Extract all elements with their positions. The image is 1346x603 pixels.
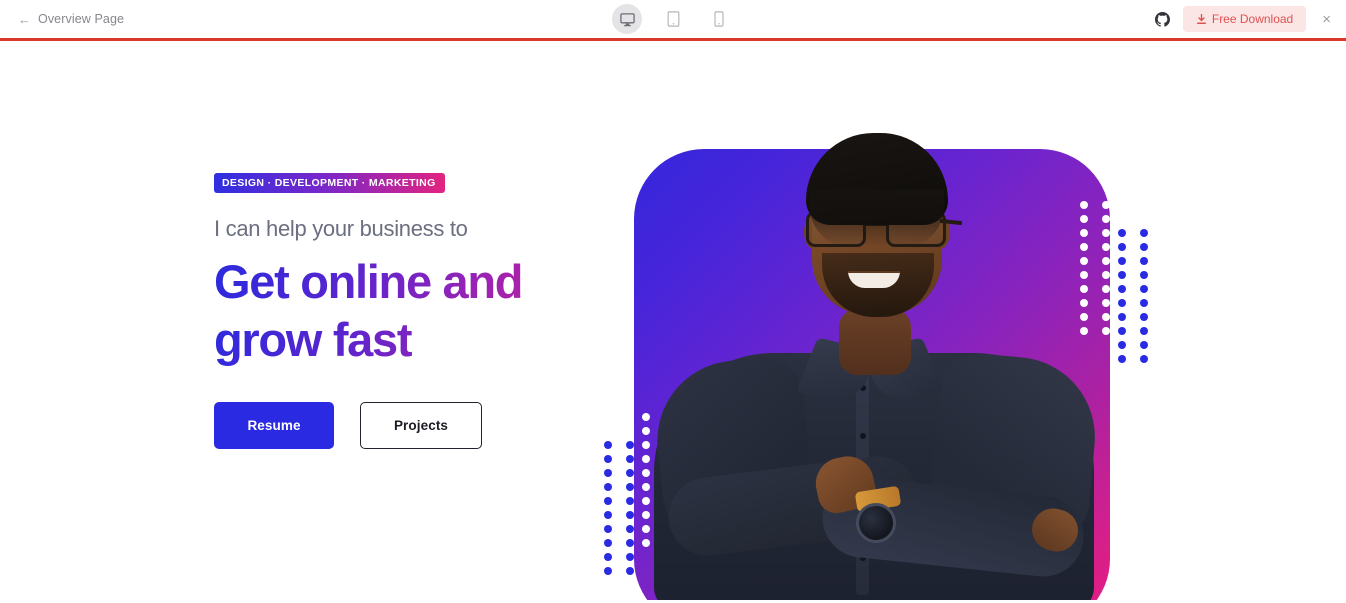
page-canvas: DESIGN · DEVELOPMENT · MARKETING I can h… <box>0 41 1346 600</box>
download-icon <box>1196 13 1206 24</box>
hero-subheading: I can help your business to <box>214 216 468 241</box>
resume-button[interactable]: Resume <box>214 402 334 450</box>
person-illustration <box>634 85 1110 600</box>
top-toolbar: ← Overview Page Free Download × <box>0 0 1346 41</box>
toolbar-right-group: Free Download × <box>902 6 1346 32</box>
device-preview-switcher <box>444 4 902 34</box>
shirt-button <box>860 433 866 439</box>
back-arrow-icon[interactable]: ← <box>18 13 31 26</box>
hero-headline: Get online and grow fast <box>214 253 634 368</box>
device-mobile-button[interactable] <box>704 4 734 34</box>
hero-button-row: Resume Projects <box>214 402 634 450</box>
free-download-label: Free Download <box>1211 12 1294 26</box>
close-icon[interactable]: × <box>1319 12 1334 27</box>
desktop-icon <box>619 12 635 26</box>
overview-page-link[interactable]: Overview Page <box>38 12 124 26</box>
dot-grid-outer-top-right <box>1118 229 1148 363</box>
hero-text-block: DESIGN · DEVELOPMENT · MARKETING I can h… <box>214 173 634 450</box>
hair-side <box>810 189 944 247</box>
portrait-image <box>634 85 1110 600</box>
toolbar-left-group: ← Overview Page <box>0 12 444 26</box>
mobile-icon <box>714 11 724 27</box>
github-icon[interactable] <box>1154 11 1170 27</box>
neck <box>839 309 911 375</box>
device-tablet-button[interactable] <box>658 4 688 34</box>
hero-headline-line-1: Get online and <box>214 255 523 309</box>
device-desktop-button[interactable] <box>612 4 642 34</box>
hero-badge: DESIGN · DEVELOPMENT · MARKETING <box>214 173 445 193</box>
hero-headline-line-2: grow fast <box>214 312 412 366</box>
tablet-icon <box>667 11 679 27</box>
projects-button[interactable]: Projects <box>360 402 482 450</box>
dot-grid-outer-bottom-left <box>604 441 634 575</box>
free-download-button[interactable]: Free Download <box>1182 6 1307 32</box>
